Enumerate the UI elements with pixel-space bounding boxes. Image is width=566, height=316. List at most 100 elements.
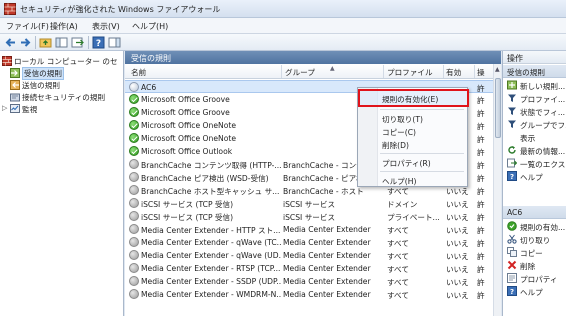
action-label: グループでフ... bbox=[520, 121, 566, 130]
table-row[interactable]: Media Center Extender - SSDP (UDP... Med… bbox=[125, 275, 493, 288]
column-divider[interactable] bbox=[474, 65, 475, 78]
rule-profile: ドメイン bbox=[387, 200, 418, 209]
table-row[interactable]: Media Center Extender - qWave (TC... Med… bbox=[125, 236, 493, 249]
console-tree: ローカル コンピューター のセ 受信の規則 送信の規則 接続セキュリティの規則 … bbox=[0, 51, 124, 316]
menu-file[interactable]: ファイル(F) bbox=[6, 21, 49, 32]
menu-action[interactable]: 操作(A) bbox=[50, 21, 78, 32]
rule-disabled-icon bbox=[129, 211, 139, 221]
menu-help[interactable]: ヘルプ(H) bbox=[132, 21, 168, 32]
column-divider[interactable] bbox=[281, 65, 282, 78]
rule-name: BranchCache コンテンツ取得 (HTTP-... bbox=[141, 161, 281, 170]
menu-item-copy[interactable]: コピー(C) bbox=[382, 127, 416, 138]
console-tree-icon[interactable] bbox=[55, 36, 68, 49]
action-export-list[interactable]: 一覧のエクス... bbox=[503, 157, 566, 170]
table-row[interactable]: Media Center Extender - qWave (UD... Med… bbox=[125, 249, 493, 262]
table-row[interactable]: Media Center Extender - RTSP (TCP... Med… bbox=[125, 262, 493, 275]
rule-name: iSCSI サービス (TCP 受信) bbox=[141, 200, 234, 209]
rule-action: 許 bbox=[477, 148, 485, 157]
tree-item-label: 送信の規則 bbox=[22, 81, 60, 90]
firewall-root-icon bbox=[2, 56, 12, 66]
menu-bar: ファイル(F) 操作(A) 表示(V) ヘルプ(H) bbox=[0, 18, 566, 34]
export-list-icon[interactable] bbox=[71, 36, 84, 49]
action-view[interactable]: 表示 bbox=[503, 131, 566, 144]
menu-separator bbox=[380, 171, 464, 172]
toolbar: ? bbox=[0, 34, 566, 51]
action-help[interactable]: ? ヘルプ bbox=[503, 170, 566, 183]
action-filter-state[interactable]: 状態でフィ... bbox=[503, 105, 566, 118]
connection-security-icon bbox=[10, 93, 20, 102]
action-label: 最新の情報... bbox=[520, 147, 566, 156]
rule-disabled-icon bbox=[129, 185, 139, 195]
vertical-scrollbar[interactable]: ▲ bbox=[493, 64, 501, 316]
column-divider[interactable] bbox=[443, 65, 444, 78]
forward-arrow-icon[interactable] bbox=[19, 36, 32, 49]
action-new-rule[interactable]: 新しい規則... bbox=[503, 79, 566, 92]
rule-name: AC6 bbox=[141, 83, 157, 92]
help-icon: ? bbox=[507, 286, 517, 296]
rule-profile: すべて bbox=[387, 265, 409, 274]
back-arrow-icon[interactable] bbox=[4, 36, 17, 49]
column-divider[interactable] bbox=[383, 65, 384, 78]
action-filter-group[interactable]: グループでフ... bbox=[503, 118, 566, 131]
rule-profile: プライベート... bbox=[387, 213, 440, 222]
rule-name: iSCSI サービス (TCP 受信) bbox=[141, 213, 234, 222]
actions-section-label: AC6 bbox=[507, 208, 523, 217]
rule-profile: すべて bbox=[387, 226, 409, 235]
rule-enabled-check-icon bbox=[129, 146, 139, 156]
toolbar-separator bbox=[88, 36, 89, 49]
column-header-name[interactable]: 名前 bbox=[131, 67, 146, 78]
rule-action: 許 bbox=[477, 161, 485, 170]
expand-arrow-icon[interactable]: ▷ bbox=[2, 104, 7, 112]
actions-header: 操作 bbox=[503, 51, 566, 64]
rule-action: 許 bbox=[477, 96, 485, 105]
properties-icon bbox=[507, 273, 517, 283]
rule-disabled-icon bbox=[129, 276, 139, 286]
menu-item-cut[interactable]: 切り取り(T) bbox=[382, 114, 423, 125]
action-cut[interactable]: 切り取り bbox=[503, 233, 566, 246]
table-row[interactable]: Media Center Extender - WMDRM-N... Media… bbox=[125, 288, 493, 301]
rule-group: Media Center Extender bbox=[283, 238, 371, 247]
rule-name: Media Center Extender - SSDP (UDP... bbox=[141, 277, 281, 286]
action-copy[interactable]: コピー bbox=[503, 246, 566, 259]
table-row[interactable]: iSCSI サービス (TCP 受信) iSCSI サービス ドメイン いいえ … bbox=[125, 197, 493, 210]
menu-item-properties[interactable]: プロパティ(R) bbox=[382, 158, 431, 169]
rule-name: Media Center Extender - qWave (UD... bbox=[141, 251, 281, 260]
action-label: 状態でフィ... bbox=[520, 108, 566, 117]
column-header-enabled[interactable]: 有効 bbox=[446, 67, 461, 78]
action-properties[interactable]: プロパティ bbox=[503, 272, 566, 285]
help-icon[interactable]: ? bbox=[92, 36, 105, 49]
rule-group: iSCSI サービス bbox=[283, 200, 336, 209]
rule-enabled-check-icon bbox=[129, 94, 139, 104]
context-menu: 規則の有効化(E) 切り取り(T) コピー(C) 削除(D) プロパティ(R) … bbox=[357, 87, 469, 187]
tree-item-label: 接続セキュリティの規則 bbox=[22, 93, 106, 102]
scroll-up-arrow-icon[interactable]: ▲ bbox=[495, 66, 500, 73]
column-header-group[interactable]: グループ bbox=[285, 67, 315, 78]
rule-profile: すべて bbox=[387, 252, 409, 261]
scrollbar-thumb[interactable] bbox=[495, 78, 501, 138]
action-filter-profile[interactable]: プロファイ... bbox=[503, 92, 566, 105]
menu-view[interactable]: 表示(V) bbox=[92, 21, 120, 32]
column-header-action[interactable]: 操 bbox=[477, 67, 485, 78]
show-action-pane-icon[interactable] bbox=[108, 36, 121, 49]
action-refresh[interactable]: 最新の情報... bbox=[503, 144, 566, 157]
table-row[interactable]: Media Center Extender - HTTP スト... Media… bbox=[125, 223, 493, 236]
actions-section-ac6[interactable]: AC6 bbox=[503, 206, 566, 219]
rule-action: 許 bbox=[477, 265, 485, 274]
action-label: ヘルプ bbox=[520, 173, 543, 182]
action-enable-rule[interactable]: 規則の有効... bbox=[503, 220, 566, 233]
rule-disabled-icon bbox=[129, 237, 139, 247]
action-delete[interactable]: 削除 bbox=[503, 259, 566, 272]
table-row[interactable]: iSCSI サービス (TCP 受信) iSCSI サービス プライベート...… bbox=[125, 210, 493, 223]
up-folder-icon[interactable] bbox=[39, 36, 52, 49]
menu-item-delete[interactable]: 削除(D) bbox=[382, 140, 409, 151]
menu-item-enable-rule[interactable]: 規則の有効化(E) bbox=[382, 94, 438, 105]
rule-profile: すべて bbox=[387, 239, 409, 248]
monitoring-icon bbox=[10, 104, 20, 113]
title-bar: セキュリティが強化された Windows ファイアウォール bbox=[0, 0, 566, 18]
rule-enabled-check-icon bbox=[129, 107, 139, 117]
column-header-profile[interactable]: プロファイル bbox=[387, 67, 433, 78]
menu-item-help[interactable]: ヘルプ(H) bbox=[382, 176, 416, 187]
action-help-ac6[interactable]: ? ヘルプ bbox=[503, 285, 566, 298]
actions-section-inbound[interactable]: 受信の規則 bbox=[503, 65, 566, 78]
rule-name: Microsoft Office Outlook bbox=[141, 147, 233, 156]
